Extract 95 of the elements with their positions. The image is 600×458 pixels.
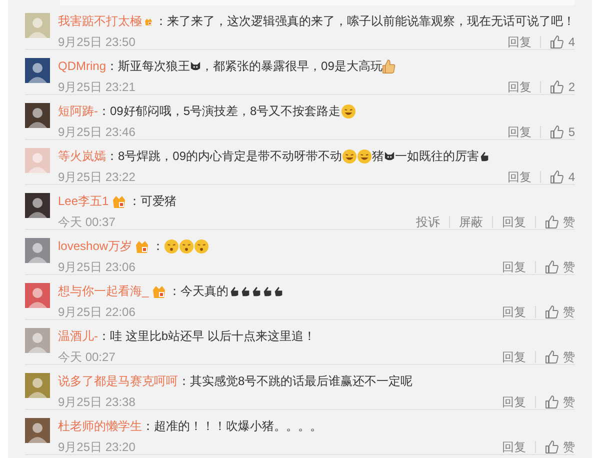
- hand-icon: [240, 286, 251, 297]
- hand-icon: [228, 286, 240, 297]
- username-link[interactable]: 等火岚嫣: [58, 148, 106, 165]
- action-link[interactable]: 回复: [502, 438, 526, 456]
- smiley-icon: [357, 149, 372, 164]
- comment-text: ：09好郁闷哦，5号演技差，8号又不按套路走: [98, 103, 341, 120]
- username-link[interactable]: QDMring: [58, 58, 106, 75]
- action-link[interactable]: 回复: [502, 213, 526, 231]
- thumbs-up-icon[interactable]: [545, 305, 559, 319]
- like-count: 赞: [563, 304, 575, 321]
- thumbs-up-icon[interactable]: [550, 170, 564, 184]
- like-button[interactable]: 赞: [545, 258, 575, 276]
- like-count: 赞: [563, 394, 575, 411]
- comment-time: 今天 00:27: [58, 349, 116, 366]
- like-count: 赞: [563, 259, 575, 276]
- like-button[interactable]: 赞: [545, 438, 575, 456]
- comment-text: ：斯亚每次狼王: [106, 58, 190, 75]
- comment-time: 9月25日 23:22: [58, 169, 136, 186]
- like-count: 4: [568, 34, 575, 51]
- animal-face-icon: [384, 151, 396, 162]
- thumbs-up-icon[interactable]: [545, 215, 559, 229]
- comment-text: ：今天真的: [168, 283, 229, 300]
- avatar[interactable]: [25, 283, 50, 308]
- action-link[interactable]: 回复: [507, 33, 532, 51]
- comment-text: ：其实感觉8号不跳的话最后谁赢还不一定呢: [178, 373, 413, 390]
- like-count: 5: [568, 124, 575, 141]
- avatar[interactable]: [25, 418, 50, 443]
- hand-icon: [479, 151, 490, 162]
- username-link[interactable]: 我害踮不打太極: [58, 13, 142, 30]
- thumbs-up-icon[interactable]: [550, 80, 564, 94]
- comment-time: 9月25日 23:06: [58, 259, 136, 276]
- thumbs-up-icon[interactable]: [550, 35, 564, 49]
- avatar[interactable]: [25, 103, 50, 128]
- comment-time: 9月25日 23:50: [58, 34, 136, 51]
- username-link[interactable]: 说多了都是马赛克呵呵: [58, 373, 178, 390]
- comment-text: ：可爱猪: [128, 193, 177, 210]
- avatar[interactable]: [25, 58, 50, 83]
- username-link[interactable]: 短阿踌-: [58, 103, 98, 120]
- comment-time: 9月25日 23:21: [58, 79, 136, 96]
- comment-time: 9月25日 23:38: [58, 394, 136, 411]
- comment-time: 9月25日 23:20: [58, 439, 136, 456]
- username-link[interactable]: 温酒儿-: [58, 328, 98, 345]
- comment-time: 9月25日 22:06: [58, 304, 136, 321]
- smiley-icon: [194, 239, 210, 254]
- action-link[interactable]: 回复: [502, 258, 526, 276]
- like-button[interactable]: 4: [550, 33, 575, 51]
- like-count: 赞: [563, 439, 575, 456]
- smiley-icon: [179, 239, 194, 254]
- comment-text: 猪: [372, 148, 384, 165]
- action-link[interactable]: 投诉: [416, 213, 440, 231]
- animal-face-icon: [190, 61, 202, 72]
- comment-text: 一如既往的厉害: [395, 148, 480, 165]
- username-link[interactable]: Lee李五1: [58, 193, 109, 210]
- thumbs-up-icon[interactable]: [550, 125, 564, 139]
- smiley-icon: [164, 239, 180, 254]
- username-link[interactable]: 杜老师的懒学生: [58, 418, 142, 435]
- comment-text: ：来了来了，这次逻辑强真的来了，嗦子以前能说靠观察，现在无话可说了吧！: [155, 13, 575, 30]
- hand-icon: [272, 286, 284, 297]
- action-link[interactable]: 回复: [502, 393, 526, 411]
- hand-icon: [262, 286, 273, 297]
- action-link[interactable]: 回复: [502, 303, 526, 321]
- like-count: 2: [568, 79, 575, 96]
- like-button[interactable]: 4: [550, 168, 575, 186]
- thumbs-up-icon: [382, 59, 396, 74]
- like-count: 赞: [563, 214, 575, 231]
- like-button[interactable]: 2: [550, 78, 575, 96]
- comment-time: 9月25日 23:46: [58, 124, 136, 141]
- like-button[interactable]: 赞: [545, 213, 575, 231]
- comment-text: ：: [152, 238, 164, 255]
- username-link[interactable]: 想与你一起看海_: [58, 283, 149, 300]
- action-link[interactable]: 屏蔽: [459, 213, 483, 231]
- comment-text: ：8号焊跳，09的内心肯定是带不动呀带不动: [106, 148, 342, 165]
- comment-time: 今天 00:37: [58, 214, 116, 231]
- action-link[interactable]: 回复: [507, 78, 532, 96]
- smiley-icon: [342, 149, 358, 164]
- smiley-icon: [340, 104, 356, 119]
- like-count: 赞: [563, 349, 575, 366]
- like-button[interactable]: 赞: [545, 348, 575, 366]
- hand-icon: [250, 286, 262, 297]
- like-button[interactable]: 赞: [545, 303, 575, 321]
- thumbs-up-icon[interactable]: [545, 350, 559, 364]
- comment-text: ：超准的！！！吹爆小猪。。。。: [142, 418, 322, 435]
- comment-text: ：哇 这里比b站还早 以后十点来这里追！: [98, 328, 316, 345]
- comment-text: ，都紧张的暴露很早，09是大高玩: [201, 58, 382, 75]
- like-button[interactable]: 5: [550, 123, 575, 141]
- action-link[interactable]: 回复: [507, 123, 532, 141]
- thumbs-up-icon[interactable]: [545, 440, 559, 454]
- like-count: 4: [568, 169, 575, 186]
- action-link[interactable]: 回复: [507, 168, 532, 186]
- action-link[interactable]: 回复: [502, 348, 526, 366]
- thumbs-up-icon[interactable]: [545, 395, 559, 409]
- username-link[interactable]: loveshow万岁: [58, 238, 132, 255]
- like-button[interactable]: 赞: [545, 393, 575, 411]
- avatar[interactable]: [25, 193, 50, 218]
- thumbs-up-icon[interactable]: [545, 260, 559, 274]
